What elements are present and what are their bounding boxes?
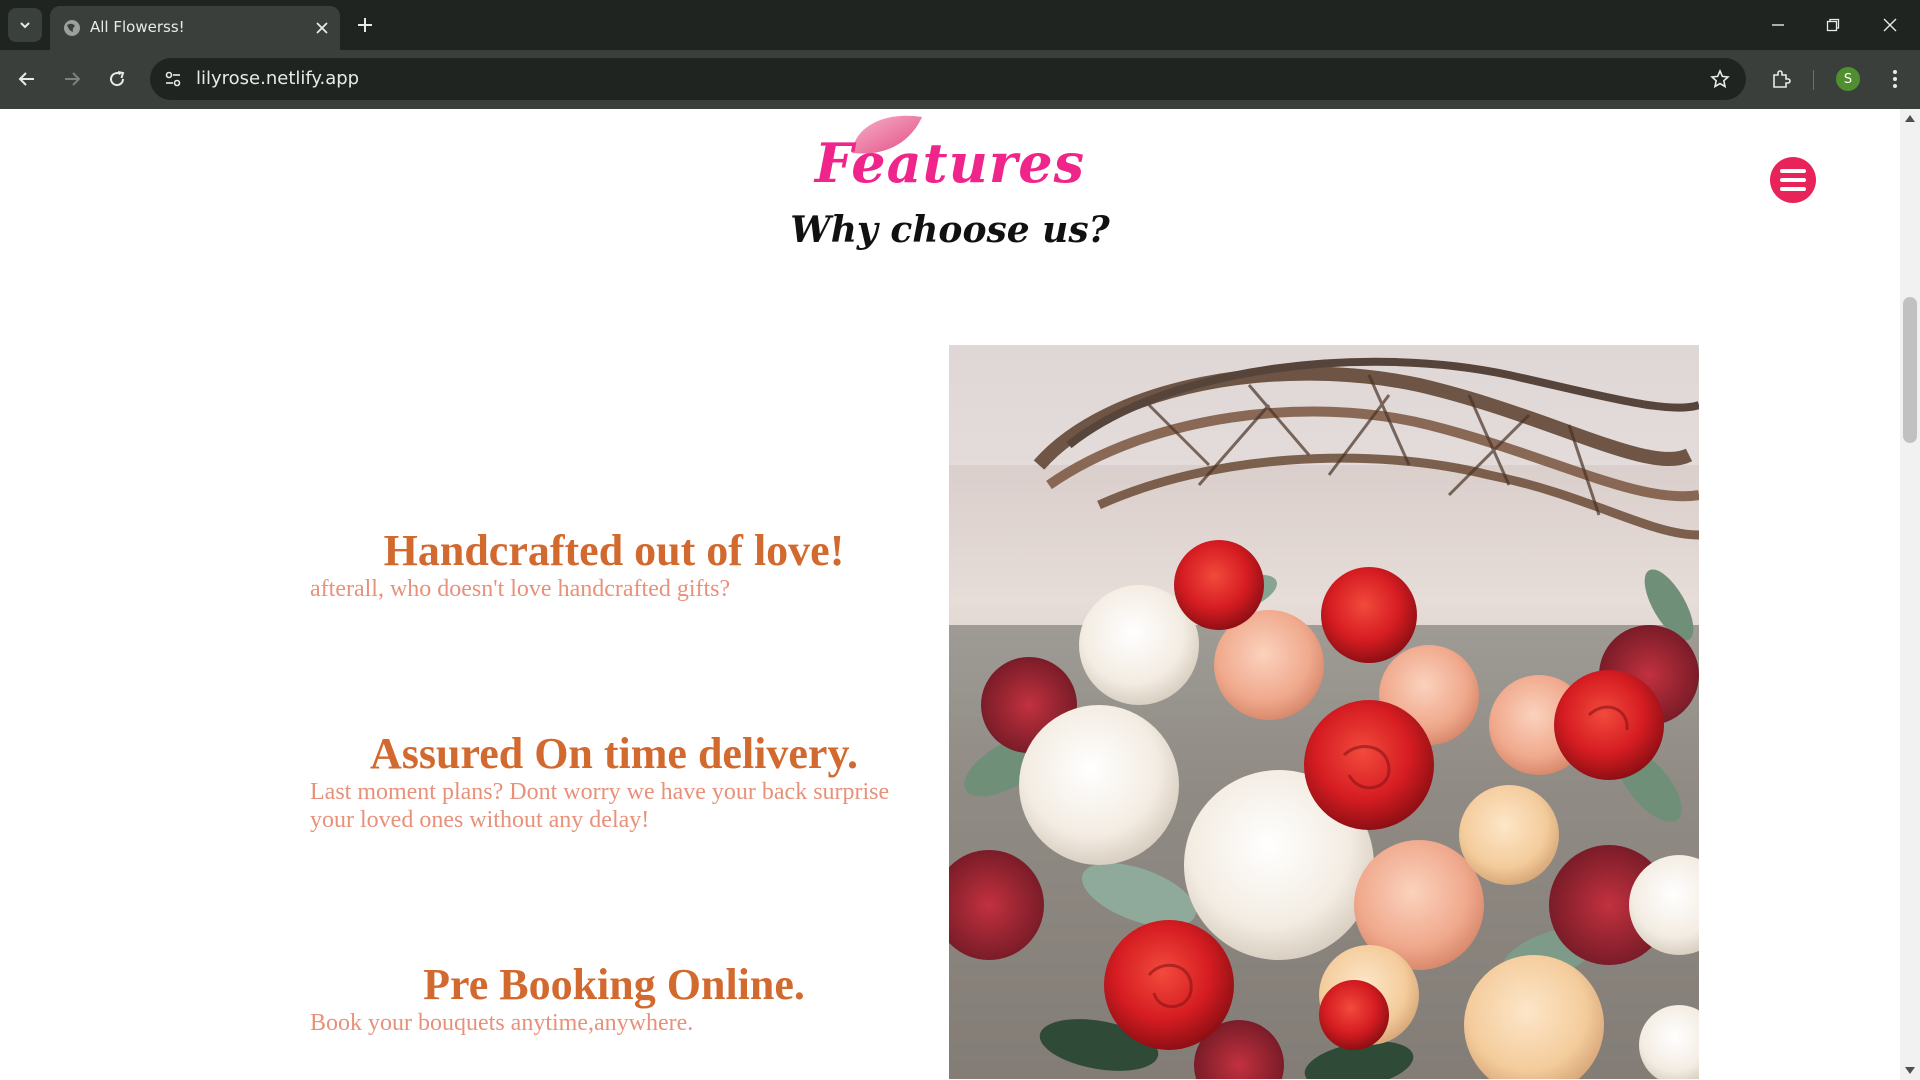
tab-title: All Flowerss! bbox=[90, 18, 185, 36]
reload-button[interactable] bbox=[102, 64, 132, 94]
feature-description: Book your bouquets anytime,anywhere. bbox=[310, 1010, 694, 1036]
profile-avatar[interactable]: S bbox=[1836, 67, 1860, 91]
arrow-left-icon bbox=[18, 72, 34, 86]
new-tab-button[interactable] bbox=[352, 12, 378, 38]
section-title: Features bbox=[814, 131, 1086, 195]
url-text[interactable]: lilyrose.netlify.app bbox=[196, 68, 359, 89]
toolbar-divider bbox=[1813, 70, 1814, 90]
site-info-button[interactable] bbox=[162, 68, 184, 90]
feature-description: Last moment plans? Dont worry we have yo… bbox=[310, 779, 890, 833]
hamburger-menu-button[interactable] bbox=[1770, 157, 1816, 203]
hamburger-line bbox=[1780, 187, 1806, 191]
bookmark-button[interactable] bbox=[1708, 67, 1732, 91]
tab-close-button[interactable] bbox=[312, 18, 332, 38]
chevron-down-icon bbox=[20, 22, 30, 29]
restore-icon bbox=[1826, 18, 1840, 32]
feature-heading: Pre Booking Online. bbox=[423, 960, 805, 1009]
more-vertical-icon bbox=[1893, 70, 1897, 88]
globe-icon bbox=[64, 20, 80, 36]
section-subtitle: Why choose us? bbox=[790, 209, 1110, 251]
hamburger-line bbox=[1780, 178, 1806, 182]
active-tab[interactable]: All Flowerss! bbox=[50, 6, 340, 50]
puzzle-icon bbox=[1773, 70, 1791, 88]
feature-heading: Assured On time delivery. bbox=[369, 729, 859, 778]
close-window-button[interactable] bbox=[1877, 12, 1903, 38]
extensions-button[interactable] bbox=[1766, 64, 1796, 94]
close-icon bbox=[1883, 18, 1897, 32]
tune-icon bbox=[165, 71, 181, 87]
plus-icon bbox=[358, 18, 372, 32]
arrow-right-icon bbox=[65, 72, 81, 86]
star-icon bbox=[1710, 69, 1730, 89]
scroll-down-arrow-icon[interactable] bbox=[1905, 1067, 1915, 1074]
close-icon bbox=[316, 22, 328, 34]
feature-heading: Handcrafted out of love! bbox=[383, 526, 845, 575]
hamburger-menu-icon bbox=[1780, 169, 1806, 173]
scrollbar-thumb[interactable] bbox=[1903, 297, 1917, 443]
tab-strip: All Flowerss! bbox=[0, 0, 1920, 50]
forward-button[interactable] bbox=[57, 64, 87, 94]
feature-item: Pre Booking Online. Book your bouquets a… bbox=[310, 961, 918, 1037]
feature-item: Handcrafted out of love! afterall, who d… bbox=[310, 527, 918, 603]
scroll-up-arrow-icon[interactable] bbox=[1905, 115, 1915, 122]
restore-button[interactable] bbox=[1820, 12, 1846, 38]
address-bar[interactable]: lilyrose.netlify.app bbox=[150, 58, 1746, 100]
browser-menu-button[interactable] bbox=[1880, 64, 1910, 94]
reload-icon bbox=[110, 71, 125, 87]
page-scrollbar[interactable] bbox=[1900, 109, 1920, 1080]
back-button[interactable] bbox=[12, 64, 42, 94]
tab-search-button[interactable] bbox=[8, 8, 42, 42]
minimize-icon bbox=[1772, 24, 1784, 26]
minimize-button[interactable] bbox=[1765, 12, 1791, 38]
bouquet-photo bbox=[949, 345, 1699, 1079]
feature-description: afterall, who doesn't love handcrafted g… bbox=[310, 576, 731, 602]
feature-item: Assured On time delivery. Last moment pl… bbox=[310, 730, 918, 834]
page-viewport: Features Why choose us? Handcrafted out … bbox=[0, 109, 1900, 1079]
browser-toolbar: lilyrose.netlify.app S bbox=[0, 50, 1920, 109]
